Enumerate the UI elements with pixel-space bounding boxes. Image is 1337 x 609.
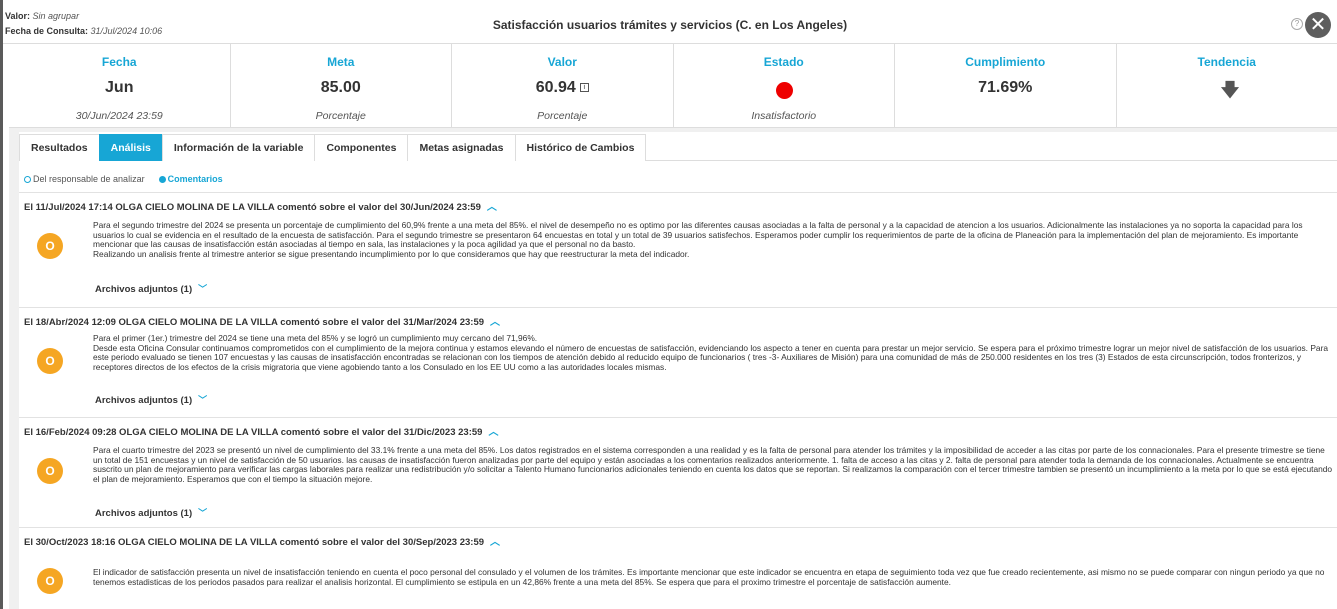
summary-estado: Estado Insatisfactorio — [674, 44, 895, 127]
attachments-link[interactable]: Archivos adjuntos (1) ﹀ — [95, 282, 207, 295]
estado-sub: Insatisfactorio — [751, 110, 817, 122]
comment-body: Para el primer (1er.) trimestre del 2024… — [93, 333, 1333, 372]
valor-number: 60.94 — [535, 79, 576, 96]
comment-body: Para el cuarto trimestre del 2023 se pre… — [93, 445, 1333, 484]
arrow-down-icon: 🡇 — [1220, 80, 1240, 100]
radio-responsable-label: Del responsable de analizar — [33, 174, 145, 184]
summary-cumplimiento: Cumplimiento 71.69% — [895, 44, 1117, 127]
attachments-label: Archivos adjuntos (1) — [95, 395, 193, 406]
chevron-up-icon[interactable]: ︿ — [487, 202, 497, 213]
comment-header[interactable]: El 16/Feb/2024 09:28 OLGA CIELO MOLINA D… — [24, 423, 498, 438]
cumplimiento-header: Cumplimiento — [965, 55, 1046, 69]
chevron-up-icon[interactable]: ︿ — [490, 537, 500, 548]
summary-fecha: Fecha Jun 30/Jun/2024 23:59 — [9, 44, 231, 127]
avatar: O — [37, 233, 63, 259]
dialog-header: Valor: Sin agrupar Fecha de Consulta: 31… — [3, 0, 1337, 44]
comment-item: El 18/Abr/2024 12:09 OLGA CIELO MOLINA D… — [19, 307, 1337, 417]
chevron-up-icon[interactable]: ︿ — [490, 317, 500, 328]
radio-off-icon[interactable] — [24, 175, 31, 183]
tab-analisis[interactable]: Análisis — [98, 134, 163, 161]
left-edge-strip — [0, 0, 3, 609]
dialog-title: Satisfacción usuarios trámites y servici… — [492, 18, 848, 32]
comment-header[interactable]: El 11/Jul/2024 17:14 OLGA CIELO MOLINA D… — [24, 198, 497, 213]
summary-tendencia: Tendencia 🡇 — [1117, 44, 1337, 127]
chevron-down-icon[interactable]: ﹀ — [198, 395, 207, 405]
valor-value-box: 60.94 i — [452, 79, 673, 97]
comment-body: Para el segundo trimestre del 2024 se pr… — [93, 220, 1333, 259]
attachments-link[interactable]: Archivos adjuntos (1) ﹀ — [95, 506, 207, 519]
chevron-up-icon[interactable]: ︿ — [488, 427, 498, 438]
attachments-label: Archivos adjuntos (1) — [95, 284, 193, 295]
valor-sub: Porcentaje — [537, 110, 588, 122]
attachments-label: Archivos adjuntos (1) — [95, 508, 193, 519]
fecha-header: Fecha — [101, 55, 137, 69]
comment-header-text: El 30/Oct/2023 18:16 OLGA CIELO MOLINA D… — [24, 537, 485, 548]
radio-comentarios[interactable]: Comentarios — [158, 174, 223, 184]
tab-componentes[interactable]: Componentes — [314, 134, 409, 161]
radio-responsable[interactable]: Del responsable de analizar — [24, 174, 145, 184]
fecha-sub: 30/Jun/2024 23:59 — [75, 110, 163, 122]
comment-body: El indicador de satisfacción presenta un… — [93, 567, 1333, 587]
chevron-down-icon[interactable]: ﹀ — [198, 284, 207, 294]
comment-paragraph: Para el segundo trimestre del 2024 se pr… — [93, 220, 1303, 250]
tendencia-header: Tendencia — [1197, 55, 1256, 69]
indicator-summary: Fecha Jun 30/Jun/2024 23:59 Meta 85.00 P… — [9, 44, 1337, 128]
content-area: Resultados Análisis Información de la va… — [9, 128, 1337, 609]
question-icon[interactable]: ? — [1291, 18, 1303, 30]
avatar: O — [37, 458, 63, 484]
analysis-panel: Resultados Análisis Información de la va… — [19, 132, 1337, 609]
comment-item: El 30/Oct/2023 18:16 OLGA CIELO MOLINA D… — [19, 527, 1337, 609]
meta-header: Meta — [327, 55, 355, 69]
radio-comentarios-label: Comentarios — [167, 174, 223, 184]
tab-historico-cambios[interactable]: Histórico de Cambios — [514, 134, 647, 161]
comment-header[interactable]: El 18/Abr/2024 12:09 OLGA CIELO MOLINA D… — [24, 313, 500, 328]
radio-on-icon[interactable] — [158, 175, 166, 183]
comment-item: El 11/Jul/2024 17:14 OLGA CIELO MOLINA D… — [19, 192, 1337, 307]
tab-resultados[interactable]: Resultados — [19, 134, 100, 161]
page: Valor: Sin agrupar Fecha de Consulta: 31… — [0, 0, 1337, 609]
fecha-value: Jun — [105, 79, 134, 96]
comment-paragraph: Desde esta Oficina Consular continuamos … — [93, 342, 1329, 372]
cumplimiento-value: 71.69% — [978, 79, 1033, 96]
comment-paragraph: Realizando un analisis frente al trimest… — [93, 248, 690, 259]
comment-header-text: El 18/Abr/2024 12:09 OLGA CIELO MOLINA D… — [24, 317, 485, 328]
avatar: O — [37, 568, 63, 594]
meta-sub: Porcentaje — [315, 110, 366, 122]
valor-header: Valor — [547, 55, 577, 69]
comment-paragraph: Para el cuarto trimestre del 2023 se pre… — [93, 445, 1333, 484]
summary-valor: Valor 60.94 i Porcentaje — [452, 44, 674, 127]
close-icon[interactable]: ✕ — [1305, 12, 1331, 38]
tab-bar: Resultados Análisis Información de la va… — [19, 134, 1337, 161]
avatar: O — [37, 348, 63, 374]
comment-header-text: El 11/Jul/2024 17:14 OLGA CIELO MOLINA D… — [24, 202, 481, 213]
meta-value: 85.00 — [320, 79, 361, 96]
comment-paragraph: El indicador de satisfacción presenta un… — [93, 567, 1325, 587]
comment-header[interactable]: El 30/Oct/2023 18:16 OLGA CIELO MOLINA D… — [24, 533, 500, 548]
attachments-link[interactable]: Archivos adjuntos (1) ﹀ — [95, 393, 207, 406]
estado-header: Estado — [763, 55, 804, 69]
info-icon[interactable]: i — [579, 83, 589, 93]
tab-metas-asignadas[interactable]: Metas asignadas — [407, 134, 516, 161]
summary-meta: Meta 85.00 Porcentaje — [231, 44, 452, 127]
chevron-down-icon[interactable]: ﹀ — [198, 508, 207, 518]
filter-radio-group: Del responsable de analizar Comentarios — [24, 174, 237, 184]
comment-header-text: El 16/Feb/2024 09:28 OLGA CIELO MOLINA D… — [24, 427, 483, 438]
tab-informacion-variable[interactable]: Información de la variable — [161, 134, 316, 161]
status-dot-icon — [775, 82, 793, 99]
comment-item: El 16/Feb/2024 09:28 OLGA CIELO MOLINA D… — [19, 417, 1337, 527]
